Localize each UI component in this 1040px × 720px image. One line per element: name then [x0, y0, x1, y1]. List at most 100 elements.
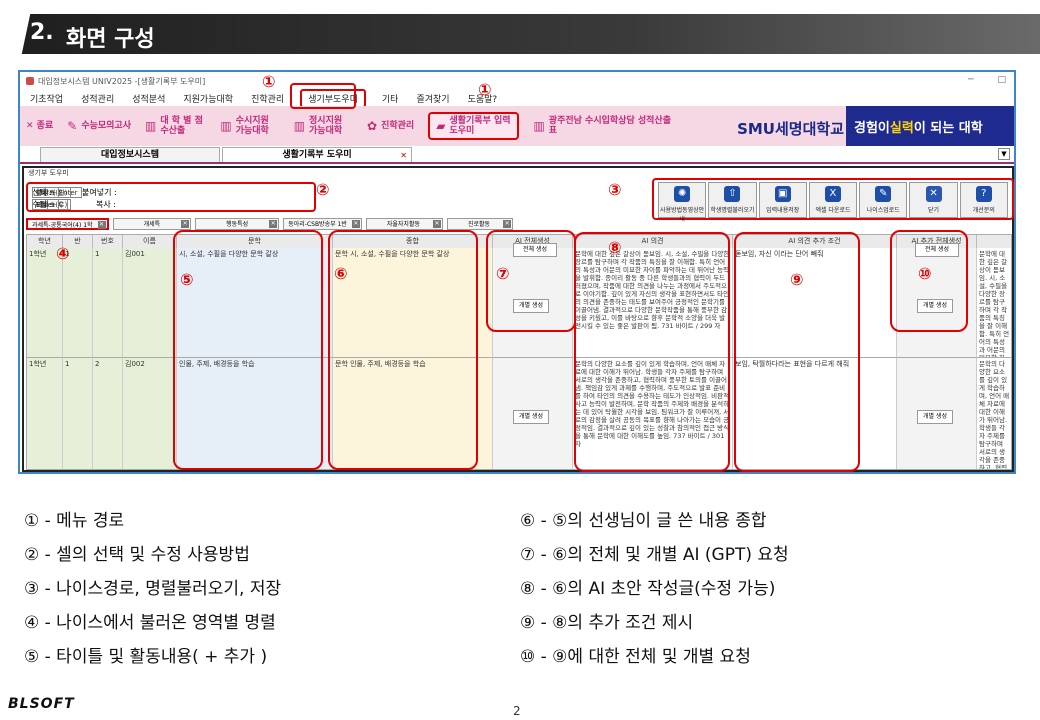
close-button[interactable]: ✕ 닫기	[909, 182, 958, 218]
menu-item-basic[interactable]: 기초작업	[28, 91, 65, 106]
highlight-ai-condition	[734, 232, 860, 472]
close-icon[interactable]: ✕	[503, 220, 512, 228]
marker-5: ⑤	[180, 270, 194, 289]
gear-icon: ✿	[367, 119, 378, 133]
toolbar-csat[interactable]: ✎ 수능모의고사	[67, 119, 131, 133]
close-icon[interactable]: ✕	[400, 149, 407, 163]
tab-main-system[interactable]: 대입정보시스템	[40, 147, 220, 162]
cell-class[interactable]: 1	[63, 358, 93, 469]
marker-9: ⑨	[790, 270, 804, 289]
toolbar-jeongsi[interactable]: ▥ 정시지원 가능대학	[294, 116, 353, 136]
legend-item: ⑤ - 타이틀 및 활동내용( + 추가 )	[24, 647, 268, 667]
close-icon: ✕	[925, 186, 942, 202]
video-guide-button[interactable]: ✺ 사용방법동영상안내	[658, 182, 707, 223]
menu-item-grades[interactable]: 성적관리	[79, 91, 116, 106]
menu-item-analysis[interactable]: 성적분석	[130, 91, 167, 106]
subtab-career[interactable]: 진로활동 ✕	[447, 218, 514, 230]
toolbar-univ-score[interactable]: ▥ 대 학 별 점수산출	[145, 116, 206, 136]
app-icon	[26, 77, 34, 85]
menu-item-univ[interactable]: 지원가능대학	[181, 91, 235, 106]
subtab-special[interactable]: 개세특 ✕	[112, 218, 192, 230]
legend-right: ⑥ - ⑤의 선생님이 글 쓴 내용 종합 ⑦ - ⑥의 전체 및 개별 AI …	[520, 504, 789, 674]
cell-extra[interactable]: 문학의 다양한 요소를 깊이 있게 학습하며, 언어 매체 자료에 대한 이해가…	[977, 358, 1011, 469]
toolbar-admission[interactable]: ✿ 진학관리	[367, 119, 414, 133]
cell-name[interactable]: 김001	[123, 248, 177, 358]
legend-item: ④ - 나이스에서 불러온 영역별 명렬	[24, 613, 276, 633]
cell-grade[interactable]: 1학년	[27, 358, 63, 469]
subtab-autonomy[interactable]: 자율자치활동 ✕	[365, 218, 443, 230]
cell-class[interactable]: 1	[63, 248, 93, 358]
cell-extra[interactable]: 문학에 대한 깊은 갈상이 돋보임. 시, 소설, 수필을 다양한 장르를 탐구…	[977, 248, 1011, 358]
menu-item-etc[interactable]: 기타	[380, 91, 401, 106]
marker-6: ⑥	[334, 264, 348, 283]
subtab-club[interactable]: 동아리-CSB방송부 1반 ✕	[283, 218, 362, 230]
highlight-menu	[290, 83, 356, 109]
marker-4: ④	[56, 244, 70, 263]
legend-item: ⑩ - ⑨에 대한 전체 및 개별 요청	[520, 647, 751, 667]
load-roster-button[interactable]: ⇧ 학생명렬불러오기	[708, 182, 757, 218]
chart-icon: ▥	[145, 119, 157, 133]
neis-upload-button[interactable]: ✎ 나이스업로드	[859, 182, 908, 218]
document-tabs: 대입정보시스템 생활기록부 도우미 ✕ ▼	[20, 146, 1014, 164]
cell-number[interactable]: 1	[93, 248, 123, 358]
close-icon[interactable]: ✕	[269, 220, 278, 228]
highlight-ai-opinion	[574, 232, 730, 472]
action-buttons: ✺ 사용방법동영상안내 ⇧ 학생명렬불러오기 ▣ 입력내용저장 X 엑셀 다운로드 ✎ 나…	[652, 178, 1014, 223]
toolbar-susi[interactable]: ▥ 수시지원 가능대학	[220, 116, 279, 136]
tab-record-helper[interactable]: 생활기록부 도우미 ✕	[222, 147, 412, 162]
lightbulb-icon: ✺	[674, 186, 691, 202]
marker-3: ③	[608, 180, 622, 199]
menu-item-admission[interactable]: 진학관리	[249, 91, 286, 106]
close-icon[interactable]: ✕	[351, 220, 360, 228]
col-number: 번호	[93, 235, 123, 248]
legend-left: ① - 메뉴 경로 ② - 셀의 선택 및 수정 사용방법 ③ - 나이스경로,…	[24, 504, 281, 674]
close-icon[interactable]: ✕	[433, 220, 441, 228]
menu-item-favorites[interactable]: 즐겨찾기	[414, 91, 451, 106]
pen-icon: ✎	[67, 119, 78, 133]
feedback-button[interactable]: ? 개선문의	[959, 182, 1008, 218]
upload-icon: ⇧	[724, 186, 741, 202]
cell-grade[interactable]: 1학년	[27, 248, 63, 358]
save-icon: ▣	[774, 186, 791, 202]
excel-icon: X	[824, 186, 841, 202]
univ-brand: SMU세명대학교	[737, 120, 844, 138]
close-icon[interactable]: ✕	[97, 221, 106, 229]
page-number: 2	[513, 704, 521, 718]
cell-name[interactable]: 김002	[123, 358, 177, 469]
maximize-button[interactable]: □	[997, 75, 1006, 85]
toolbar-exit[interactable]: ✕ 종료	[26, 121, 53, 131]
cell-number[interactable]: 2	[93, 358, 123, 469]
edit-icon: ✎	[875, 186, 892, 202]
marker-2: ②	[316, 180, 330, 199]
marker-8: ⑧	[608, 238, 622, 257]
ai-generate-one-button[interactable]: 개별 생성	[513, 410, 549, 424]
excel-download-button[interactable]: X 엑셀 다운로드	[808, 182, 858, 218]
chevron-down-icon[interactable]: ▼	[998, 148, 1010, 160]
subtab-behavior[interactable]: 행동특성 ✕	[195, 218, 280, 230]
legend-item: ② - 셀의 선택 및 수정 사용방법	[24, 545, 250, 565]
legend-item: ⑨ - ⑧의 추가 조건 제시	[520, 613, 694, 633]
toolbar-record-helper[interactable]: ▰ 생활기록부 입력도우미	[428, 112, 520, 140]
close-icon[interactable]: ✕	[181, 220, 190, 228]
chart-icon: ▥	[293, 119, 306, 133]
slide-title-bar: 2. 화면 구성	[0, 0, 1040, 62]
toolbar-gwangju[interactable]: ▥ 광주전남 수시입학상담 성적산출표	[533, 116, 678, 136]
window-controls: ─ □	[968, 75, 1006, 85]
window-titlebar: 대입정보시스템 UNIV2025 -[생활기록부 도우미]	[20, 72, 1014, 90]
minimize-button[interactable]: ─	[968, 75, 973, 85]
marker-1a: ①	[262, 72, 276, 91]
help-copy-label: 복사 :	[96, 199, 116, 209]
slide-title: 화면 구성	[66, 27, 155, 52]
legend-item: ⑦ - ⑥의 전체 및 개별 AI (GPT) 요청	[520, 545, 789, 565]
chart-icon: ▥	[533, 119, 545, 133]
folder-icon: ▰	[436, 119, 446, 133]
marker-10: ⑩	[918, 264, 932, 283]
highlight-summary	[328, 230, 478, 470]
menu-bar: 기초작업 성적관리 성적분석 지원가능대학 진학관리 생기부도우미 기타 즐겨찾…	[20, 88, 1014, 108]
marker-7: ⑦	[496, 264, 510, 283]
ai-extra-generate-one-button[interactable]: 개별 생성	[917, 410, 953, 424]
subtab-korean[interactable]: 과세특-공통국어(4) 1학 ✕	[26, 218, 109, 230]
legend-item: ⑧ - ⑥의 AI 초안 작성글(수정 가능)	[520, 579, 776, 599]
save-button[interactable]: ▣ 입력내용저장	[758, 182, 807, 218]
legend-item: ③ - 나이스경로, 명렬불러오기, 저장	[24, 579, 282, 599]
